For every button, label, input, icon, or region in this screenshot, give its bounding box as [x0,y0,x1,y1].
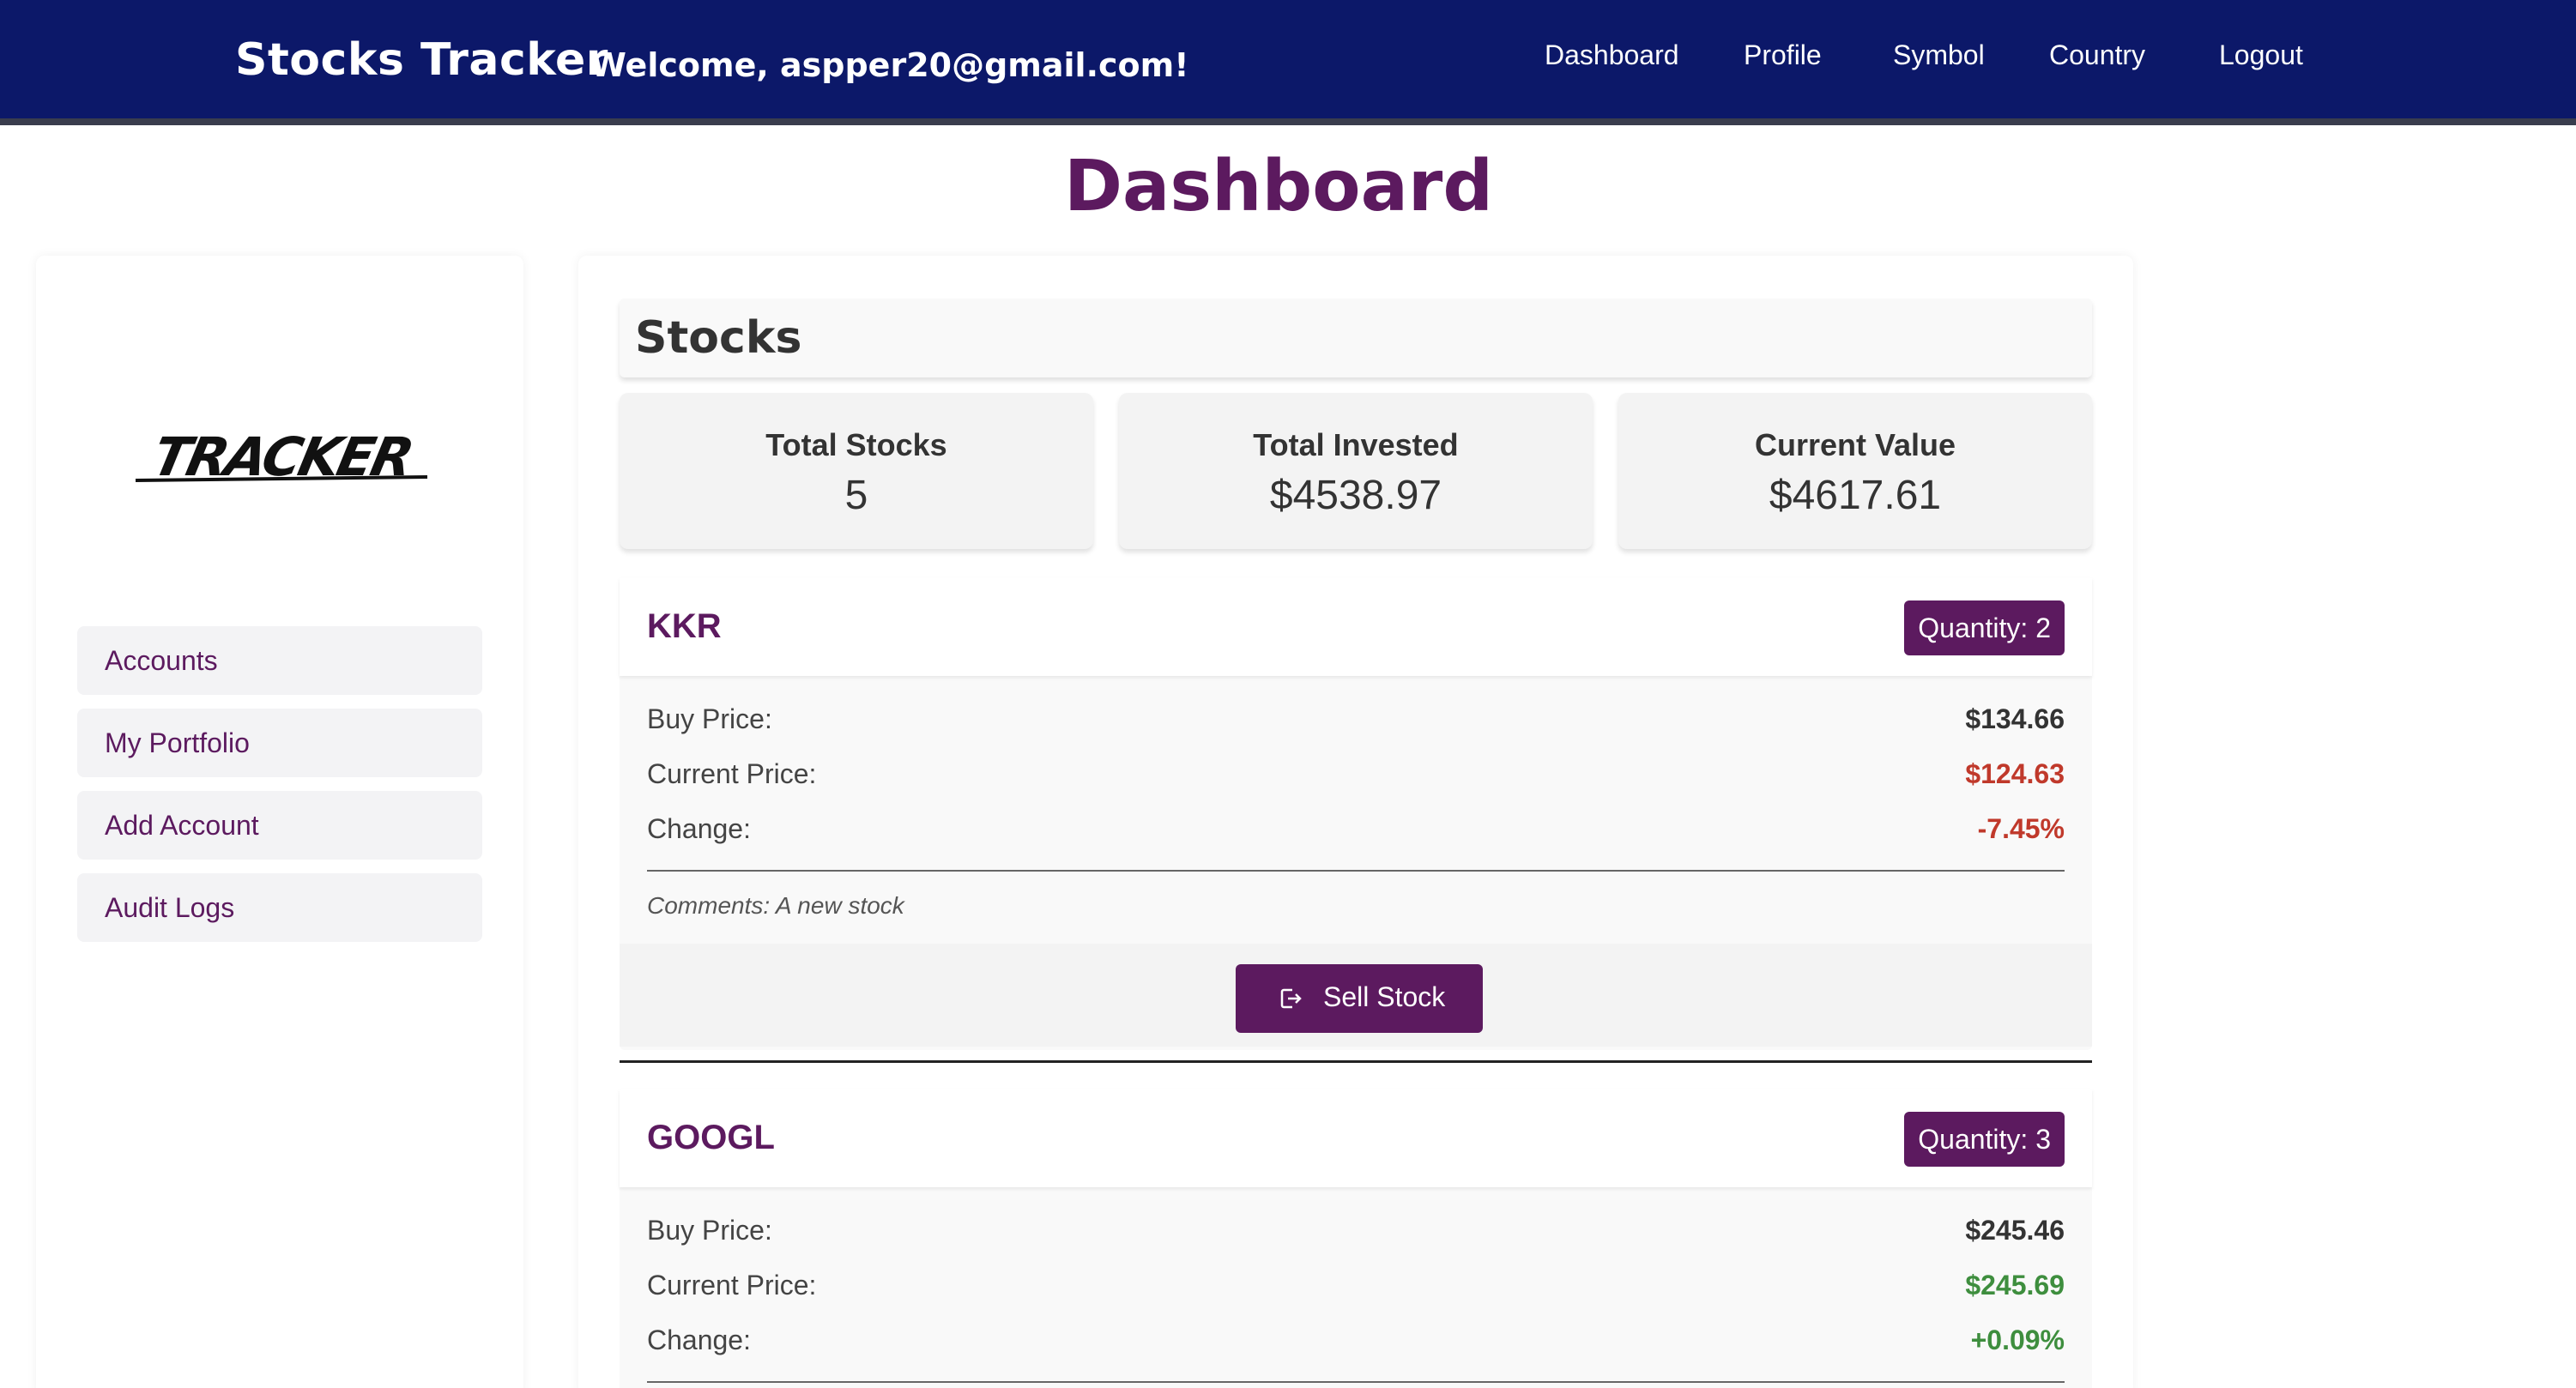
sell-stock-label: Sell Stock [1323,981,1446,1012]
stat-label: Current Value [1754,427,1956,462]
nav-links: Dashboard Profile Symbol Country Logout [0,39,2576,74]
quantity-badge: Quantity: 3 [1904,1112,2065,1167]
buy-price-label: Buy Price: [647,703,772,734]
change-value: -7.45% [1977,813,2065,844]
sign-out-icon [1280,988,1302,1009]
nav-link-country[interactable]: Country [2049,39,2145,71]
current-price-row: Current Price: $124.63 [647,758,2065,796]
sidebar-item-add-account[interactable]: Add Account [77,791,482,860]
stock-actions: Sell Stock [620,944,2092,1047]
stat-value: $4617.61 [1769,473,1942,518]
change-value: +0.09% [1970,1325,2065,1355]
change-row: Change: +0.09% [647,1325,2065,1362]
divider [647,870,2065,872]
stocks-panel: Stocks Total Stocks 5 Total Invested $45… [578,256,2133,1388]
nav-link-symbol[interactable]: Symbol [1893,39,1985,71]
quantity-badge: Quantity: 2 [1904,600,2065,655]
stat-card-total-stocks: Total Stocks 5 [620,393,1093,549]
sidebar-item-accounts[interactable]: Accounts [77,626,482,695]
current-price-label: Current Price: [647,1270,817,1300]
buy-price-label: Buy Price: [647,1215,772,1246]
tracker-logo: TRACKER [135,426,428,488]
stocks-header: Stocks [620,299,2092,377]
current-price-value: $245.69 [1965,1270,2065,1300]
nav-link-dashboard[interactable]: Dashboard [1545,39,1679,71]
stock-symbol: KKR [647,607,722,645]
buy-price-row: Buy Price: $245.46 [647,1215,2065,1252]
stocks-heading: Stocks [635,312,802,364]
sell-stock-button[interactable]: Sell Stock [1236,964,1483,1033]
change-row: Change: -7.45% [647,813,2065,851]
stock-card-header: GOOGL Quantity: 3 [620,1089,2092,1187]
stat-label: Total Stocks [765,427,947,462]
stock-comments: Comments: A new stock [647,892,904,919]
buy-price-value: $245.46 [1965,1215,2065,1246]
stat-label: Total Invested [1253,427,1459,462]
current-price-value: $124.63 [1965,758,2065,789]
sidebar-item-audit-logs[interactable]: Audit Logs [77,873,482,942]
sidebar: TRACKER Accounts My Portfolio Add Accoun… [36,256,523,1388]
nav-link-logout[interactable]: Logout [2219,39,2303,71]
card-separator [620,1060,2092,1063]
stock-card: KKR Quantity: 2 Buy Price: $134.66 Curre… [620,578,2092,1050]
current-price-row: Current Price: $245.69 [647,1270,2065,1307]
sidebar-item-my-portfolio[interactable]: My Portfolio [77,709,482,777]
stat-value: 5 [844,473,868,518]
stat-card-total-invested: Total Invested $4538.97 [1119,393,1593,549]
change-label: Change: [647,1325,751,1355]
current-price-label: Current Price: [647,758,817,789]
page-title: Dashboard [1063,146,1494,227]
stat-card-current-value: Current Value $4617.61 [1618,393,2092,549]
buy-price-value: $134.66 [1965,703,2065,734]
top-navbar: Stocks Tracker Welcome, aspper20@gmail.c… [0,0,2576,125]
stock-card-header: KKR Quantity: 2 [620,578,2092,676]
buy-price-row: Buy Price: $134.66 [647,703,2065,741]
stat-value: $4538.97 [1269,473,1442,518]
change-label: Change: [647,813,751,844]
nav-link-profile[interactable]: Profile [1744,39,1822,71]
stock-card: GOOGL Quantity: 3 Buy Price: $245.46 Cur… [620,1089,2092,1388]
stock-symbol: GOOGL [647,1119,775,1156]
divider [647,1381,2065,1383]
